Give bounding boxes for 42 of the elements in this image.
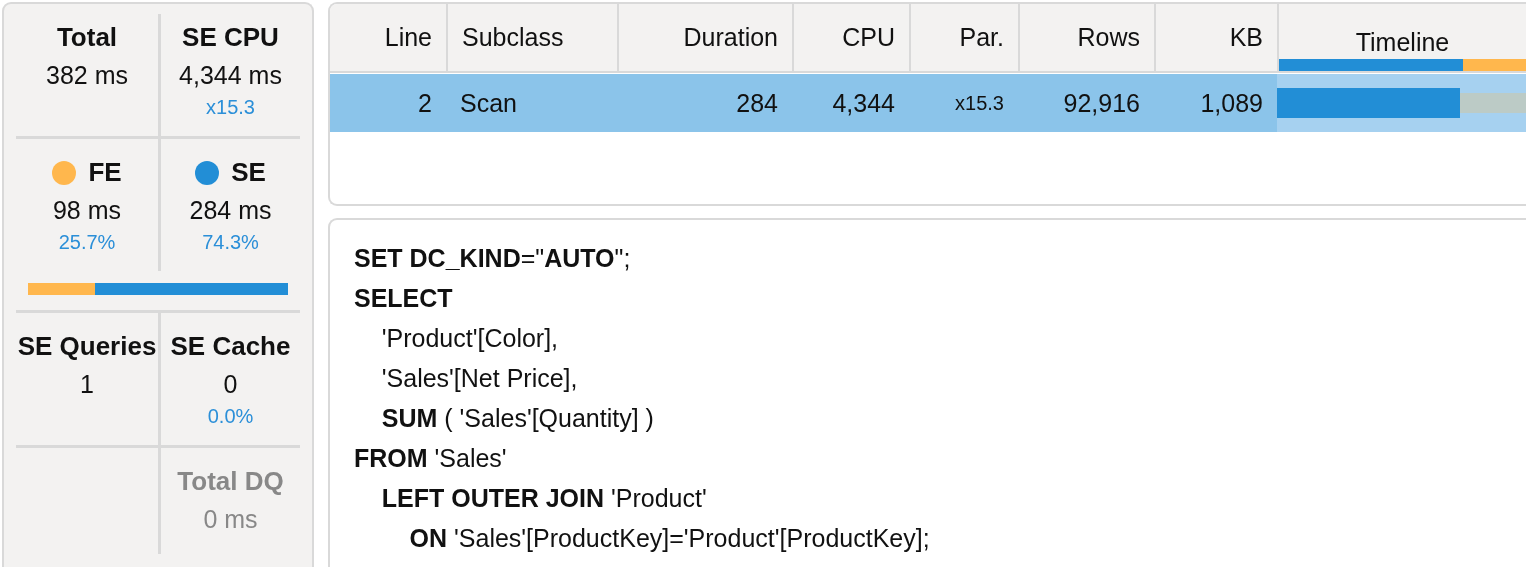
metric-title: FE [88,157,122,188]
metric-value: 382 ms [46,61,128,90]
table-cell: 1,089 [1200,88,1263,118]
metric-note: 74.3% [202,231,259,254]
table-cell: 2 [418,88,432,118]
table-cell: 4,344 [832,88,895,118]
metric-note: 0.0% [207,405,254,428]
code-line: LEFT OUTER JOIN 'Product' [380,483,708,514]
column-header[interactable]: Par. [959,23,1004,52]
metric-value: 0 [223,370,238,399]
metric-value: 0 ms [203,505,258,534]
code-line: ON 'Sales'[ProductKey]='Product'[ProductKey]; [408,523,931,554]
column-header[interactable]: Subclass [462,23,564,52]
code-line: 'Sales'[Net Price], [380,363,579,394]
table-cell: 284 [736,88,778,118]
metric-title: SE Queries [17,331,157,362]
metric-value: 1 [80,370,94,399]
column-header[interactable]: Rows [1077,23,1140,52]
metric-value: 98 ms [52,196,122,225]
metric-note: x15.3 [206,96,255,119]
metric-note: 25.7% [58,231,116,254]
metric-title: SE CPU [182,22,279,53]
column-header[interactable]: Line [384,23,432,52]
code-line: 'Product'[Color], [380,323,560,354]
table-cell: Scan [460,88,517,118]
code-line: SELECT [354,283,454,314]
table-cell: 92,916 [1063,88,1140,118]
metric-value: 4,344 ms [179,61,282,90]
column-header[interactable]: Timeline [1355,28,1450,57]
code-line: FROM 'Sales' [354,443,508,474]
metric-title: Total [56,22,118,53]
code-line: SET DC_KIND="AUTO"; [354,243,632,274]
metric-value: 284 ms [189,196,272,225]
metric-title: Total DQ [177,466,284,497]
table-cell: x15.3 [955,91,1004,115]
code-line: SUM ( 'Sales'[Quantity] ) [380,403,655,434]
metric-title: SE Cache [170,331,291,362]
column-header[interactable]: Duration [683,23,778,52]
column-header[interactable]: KB [1229,23,1263,52]
column-header[interactable]: CPU [842,23,895,52]
table-row[interactable]: 2 Scan 284 4,344 x15.3 92,916 1,089 [330,74,1526,132]
metric-title: SE [231,157,266,188]
